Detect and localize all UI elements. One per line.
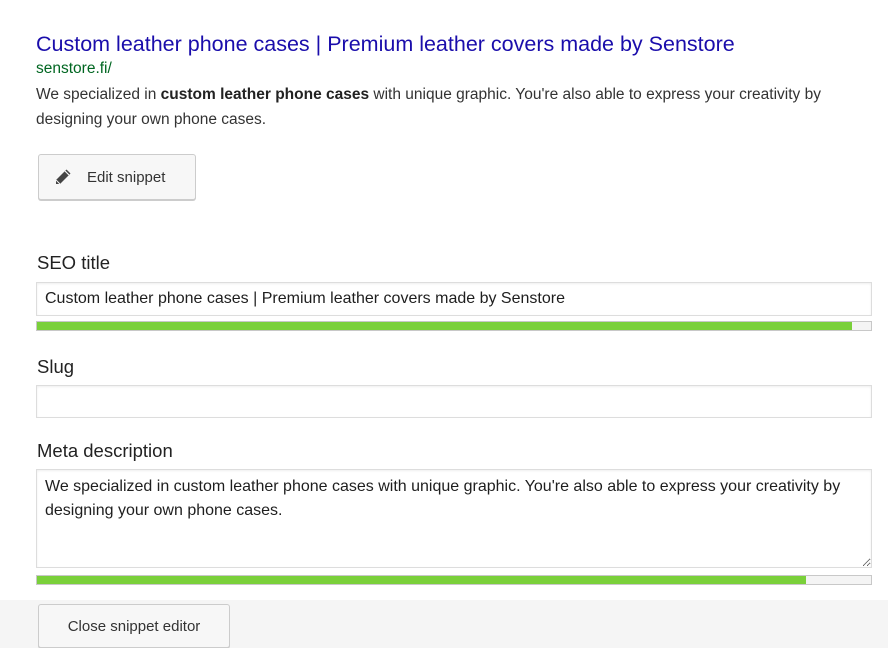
snippet-editor: Custom leather phone cases | Premium lea… (0, 0, 888, 648)
slug-label: Slug (37, 356, 75, 377)
meta-description-progress-fill (37, 576, 806, 584)
snippet-preview[interactable]: Custom leather phone cases | Premium lea… (36, 30, 872, 132)
seo-title-input[interactable] (36, 282, 872, 316)
meta-description-textarea[interactable]: We specialized in custom leather phone c… (36, 469, 872, 568)
seo-title-label: SEO title (37, 252, 110, 273)
slug-input[interactable] (36, 385, 872, 418)
preview-title-link[interactable]: Custom leather phone cases | Premium lea… (36, 30, 872, 58)
edit-snippet-button[interactable]: Edit snippet (38, 154, 196, 200)
preview-description: We specialized in custom leather phone c… (36, 82, 868, 132)
seo-title-progress-fill (37, 322, 852, 330)
preview-url: senstore.fi/ (36, 60, 112, 77)
preview-description-text: We specialized in (36, 86, 161, 103)
meta-description-progress-bar (36, 575, 872, 585)
preview-description-keyword: custom leather phone cases (160, 86, 370, 103)
pencil-icon (53, 167, 73, 187)
close-snippet-editor-label: Close snippet editor (67, 617, 201, 635)
edit-snippet-label: Edit snippet (87, 168, 166, 186)
meta-description-label: Meta description (37, 440, 173, 461)
close-snippet-editor-button[interactable]: Close snippet editor (38, 604, 230, 648)
seo-title-progress-bar (36, 321, 872, 331)
